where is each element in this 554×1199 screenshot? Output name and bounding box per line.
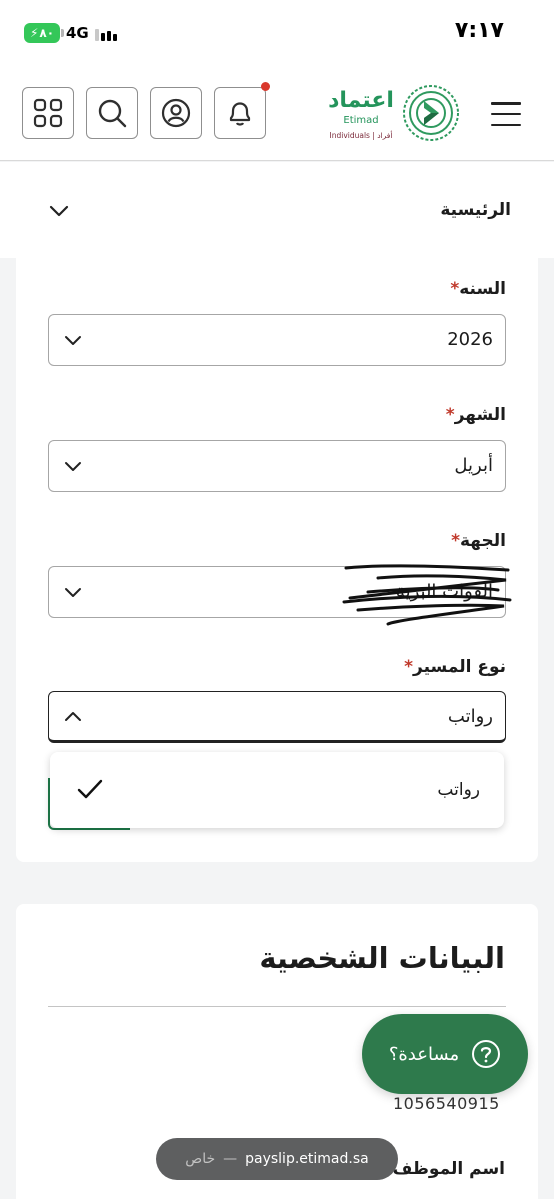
search-icon: [98, 99, 127, 128]
search-button[interactable]: [86, 87, 138, 139]
dropdown-option-label: رواتب: [437, 780, 480, 800]
etimad-logo[interactable]: اعتماد Etimad Individuals | أفراد: [326, 80, 462, 146]
bell-icon: [229, 102, 251, 126]
entity-label-text: الجهة: [460, 531, 506, 551]
required-marker: *: [451, 531, 460, 551]
year-label: السنه*: [444, 279, 506, 299]
notification-badge: [261, 82, 270, 91]
month-label: الشهر*: [440, 405, 506, 425]
signal-strength-icon: [95, 25, 121, 41]
battery-bolt-icon: ⚡: [29, 26, 39, 40]
notifications-button[interactable]: [214, 82, 270, 139]
chevron-down-icon: [65, 462, 81, 471]
apps-grid-icon: [33, 98, 63, 128]
help-label: مساعدة؟: [388, 1043, 460, 1065]
battery-cap: [61, 29, 64, 37]
url-separator: —: [223, 1151, 238, 1167]
profile-button[interactable]: [150, 87, 202, 139]
payslip-type-label-text: نوع المسير: [413, 657, 506, 677]
checkmark-icon: [77, 779, 103, 799]
battery-indicator: ⚡ ٨٠: [24, 23, 60, 43]
browser-url-pill[interactable]: خاص — payslip.etimad.sa: [156, 1138, 398, 1180]
network-type: 4G: [66, 24, 89, 42]
month-select[interactable]: أبريل: [48, 440, 506, 492]
logo-english-text: Etimad: [343, 115, 379, 126]
year-select-value: 2026: [447, 329, 493, 350]
apps-button[interactable]: [22, 87, 74, 139]
private-mode-label: خاص: [185, 1151, 216, 1167]
chevron-down-icon: [65, 336, 81, 345]
entity-label: الجهة*: [445, 531, 506, 551]
required-marker: *: [445, 405, 455, 425]
required-marker: *: [404, 657, 413, 677]
entity-select[interactable]: القوات البرية: [48, 566, 506, 618]
status-bar: ⚡ ٨٠ 4G ٧:١٧: [0, 0, 554, 66]
payslip-type-select[interactable]: رواتب: [48, 691, 506, 743]
payslip-type-label: نوع المسير*: [398, 657, 506, 677]
menu-icon: [491, 102, 521, 105]
menu-button[interactable]: [491, 99, 521, 129]
chevron-down-icon: [65, 588, 81, 597]
status-time: ٧:١٧: [454, 18, 504, 43]
employee-id-value: 1056540915: [393, 1094, 500, 1113]
chevron-up-icon: [65, 712, 81, 721]
required-marker: *: [450, 279, 460, 299]
section-title: البيانات الشخصية: [259, 941, 505, 975]
app-header: اعتماد Etimad Individuals | أفراد: [0, 66, 554, 161]
payslip-type-select-value: رواتب: [447, 706, 493, 727]
breadcrumb[interactable]: الرئيسية: [0, 162, 554, 258]
section-divider: [48, 1006, 506, 1007]
battery-level: ٨٠: [39, 26, 55, 40]
month-label-text: الشهر: [454, 405, 506, 425]
month-select-value: أبريل: [454, 455, 493, 476]
chevron-down-icon: [49, 205, 69, 217]
logo-arabic-text: اعتماد: [328, 88, 394, 113]
payslip-type-dropdown: رواتب: [50, 752, 504, 828]
dropdown-option[interactable]: رواتب: [50, 752, 504, 828]
employee-name-label: اسم الموظف: [392, 1159, 505, 1179]
etimad-emblem-icon: [403, 85, 459, 141]
entity-select-value: القوات البرية: [395, 581, 493, 602]
year-label-text: السنه: [459, 279, 506, 299]
year-select[interactable]: 2026: [48, 314, 506, 366]
question-mark-icon: [472, 1040, 501, 1068]
help-button[interactable]: مساعدة؟: [362, 1014, 528, 1094]
breadcrumb-home: الرئيسية: [440, 200, 511, 220]
user-icon: [161, 98, 191, 128]
url-domain: payslip.etimad.sa: [245, 1151, 369, 1167]
logo-subtitle: Individuals | أفراد: [329, 131, 393, 140]
